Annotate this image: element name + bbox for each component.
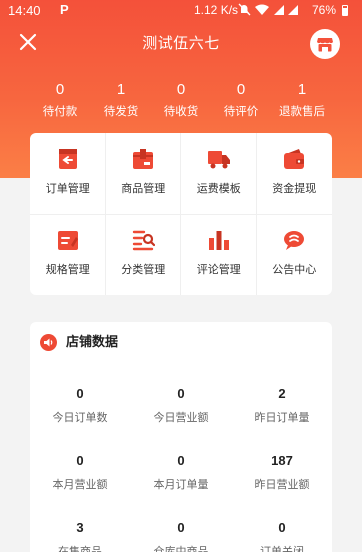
battery-icon (342, 5, 348, 16)
data-label: 昨日订单量 (254, 411, 310, 424)
data-closed-orders: 0 订单关闭 (232, 520, 332, 552)
category-icon (131, 228, 156, 252)
store-data-card: 店铺数据 0 今日订单数 0 今日营业额 2 昨日订单量 0 本月营业额 0 本… (30, 322, 332, 552)
status-icons (238, 3, 298, 16)
data-value: 0 (177, 520, 185, 535)
stat-label: 待收货 (163, 104, 199, 118)
data-label: 昨日营业额 (254, 478, 310, 491)
menu-label: 公告中心 (272, 263, 317, 276)
data-value: 0 (278, 520, 286, 535)
data-label: 在售商品 (58, 545, 102, 552)
stat-count: 1 (297, 81, 307, 98)
shop-icon (317, 38, 333, 52)
stat-label: 待付款 (42, 104, 78, 118)
menu-spec-management[interactable]: 规格管理 (30, 214, 106, 295)
stat-count: 0 (176, 81, 186, 98)
menu-label: 评论管理 (196, 263, 241, 276)
data-label: 仓库中商品 (153, 545, 209, 552)
network-speed: 1.12 K/s (194, 3, 239, 17)
menu-review-management[interactable]: 评论管理 (181, 214, 257, 295)
spec-icon (56, 228, 80, 252)
data-month-orders: 0 本月订单量 (131, 453, 231, 492)
data-value: 0 (177, 453, 185, 468)
menu-announcement-center[interactable]: 公告中心 (257, 214, 333, 295)
stat-label: 退款售后 (279, 104, 325, 118)
menu-label: 资金提现 (272, 182, 317, 195)
chart-icon (207, 228, 231, 252)
menu-category-management[interactable]: 分类管理 (106, 214, 182, 295)
data-value: 3 (76, 520, 84, 535)
wifi-icon (255, 4, 269, 15)
menu-withdraw[interactable]: 资金提现 (257, 133, 333, 214)
data-value: 0 (76, 386, 84, 401)
data-yesterday-orders: 2 昨日订单量 (232, 386, 332, 425)
data-value: 0 (177, 386, 185, 401)
menu-card: 订单管理 商品管理 运费模板 资金提现 规格管理 分类管理 评论管理 公告中心 (30, 133, 332, 295)
data-label: 今日订单数 (52, 411, 108, 424)
order-stats: 0 待付款 1 待发货 0 待收货 0 待评价 1 退款售后 (0, 80, 362, 124)
mute-icon (238, 3, 251, 16)
data-value: 2 (278, 386, 286, 401)
data-label: 今日营业额 (153, 411, 209, 424)
data-label: 本月营业额 (52, 478, 108, 491)
order-icon (56, 147, 80, 171)
truck-icon (207, 147, 231, 171)
data-warehouse-products: 0 仓库中商品 (131, 520, 231, 552)
stat-label: 待发货 (103, 104, 139, 118)
menu-label: 商品管理 (121, 182, 166, 195)
data-today-revenue: 0 今日营业额 (131, 386, 231, 425)
data-label: 订单关闭 (260, 545, 304, 552)
signal-icon-2 (288, 5, 298, 15)
data-on-sale-products: 3 在售商品 (30, 520, 130, 552)
stat-pending-shipment[interactable]: 1 待发货 (89, 80, 153, 119)
data-month-revenue: 0 本月营业额 (30, 453, 130, 492)
data-label: 本月订单量 (153, 478, 209, 491)
stat-pending-review[interactable]: 0 待评价 (209, 80, 273, 119)
menu-shipping-template[interactable]: 运费模板 (181, 133, 257, 214)
status-time: 14:40 (8, 3, 41, 18)
shop-button[interactable] (310, 29, 340, 59)
battery-percent: 76% (312, 3, 337, 17)
menu-label: 订单管理 (45, 182, 90, 195)
stat-count: 0 (55, 81, 65, 98)
data-yesterday-revenue: 187 昨日营业额 (232, 453, 332, 492)
signal-icon (274, 5, 284, 15)
page-title: 测试伍六七 (142, 34, 220, 52)
stat-pending-payment[interactable]: 0 待付款 (28, 80, 92, 119)
menu-label: 运费模板 (196, 182, 241, 195)
product-icon (131, 147, 155, 171)
data-value: 187 (271, 453, 293, 468)
data-value: 0 (76, 453, 84, 468)
speaker-icon (40, 334, 57, 351)
stat-count: 0 (236, 81, 246, 98)
stat-pending-receipt[interactable]: 0 待收货 (149, 80, 213, 119)
wallet-icon (282, 147, 306, 171)
chat-icon (282, 228, 306, 252)
store-data-title: 店铺数据 (66, 335, 119, 350)
stat-count: 1 (116, 81, 126, 98)
menu-product-management[interactable]: 商品管理 (106, 133, 182, 214)
stat-label: 待评价 (223, 104, 259, 118)
menu-label: 规格管理 (45, 263, 90, 276)
parking-app-icon: P (60, 2, 69, 17)
data-today-orders: 0 今日订单数 (30, 386, 130, 425)
menu-label: 分类管理 (121, 263, 166, 276)
menu-order-management[interactable]: 订单管理 (30, 133, 106, 214)
stat-refund[interactable]: 1 退款售后 (270, 80, 334, 119)
status-bar: 14:40 P 1.12 K/s 76% (0, 0, 362, 22)
